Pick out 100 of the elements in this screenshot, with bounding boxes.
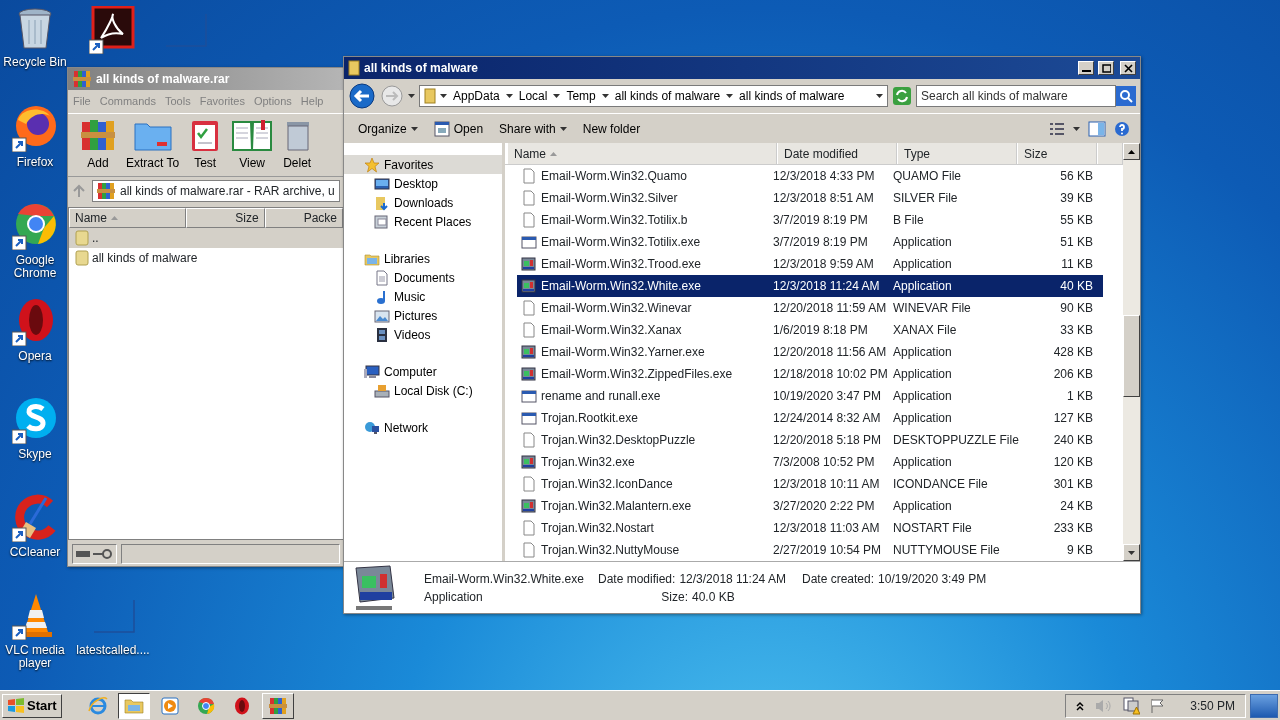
date-cell-text: 3/7/2019 8:19 PM — [772, 234, 869, 251]
field-value: 40.0 KB — [692, 588, 735, 606]
toolbar-button[interactable]: View — [227, 117, 278, 172]
icon-label[interactable]: latestcalled.... — [76, 644, 150, 658]
size-cell-text: 240 KB — [1052, 432, 1094, 449]
file-icon — [521, 190, 537, 206]
file-row[interactable]: Email-Worm.Win32.White.exe 12/3/2018 11:24 AM Application 40 KB — [517, 275, 1103, 297]
breadcrumb-link[interactable]: Local — [516, 87, 550, 105]
view-icon — [1049, 121, 1065, 136]
nav-item[interactable]: Documents — [344, 268, 502, 287]
icon-label[interactable]: Firefox — [16, 156, 54, 170]
column-header[interactable]: Size — [186, 207, 265, 228]
taskbar-button[interactable] — [117, 692, 150, 719]
file-name: Email-Worm.Win32.White.exe — [541, 278, 701, 295]
file-row[interactable]: Email-Worm.Win32.Totilix.exe 3/7/2019 8:19 PM Application 51 KB — [517, 231, 1103, 253]
toolbar-button[interactable]: Add — [76, 117, 120, 172]
maximize-button[interactable] — [1098, 61, 1114, 75]
date-cell-text: 12/3/2018 9:59 AM — [772, 256, 875, 273]
browser-icon[interactable] — [12, 104, 58, 152]
close-icon — [1123, 63, 1133, 73]
clock[interactable]: 3:50 PM — [1190, 696, 1235, 715]
file-row[interactable]: Email-Worm.Win32.Totilix.b 3/7/2019 8:19 PM B File 55 KB — [517, 209, 1103, 231]
breadcrumb-link[interactable]: all kinds of malware — [737, 87, 847, 105]
file-row[interactable]: all kinds of malware — [69, 247, 343, 268]
file-row[interactable]: Email-Worm.Win32.ZippedFiles.exe 12/18/2018 10:02 PM Application 206 KB — [517, 363, 1103, 385]
breadcrumb-link[interactable]: AppData — [451, 87, 502, 105]
toolbar-button[interactable]: Test — [185, 117, 226, 172]
toolbar-button[interactable]: Delet — [279, 117, 316, 172]
cleaner-icon[interactable] — [12, 494, 58, 542]
size-cell-text: 56 KB — [1059, 168, 1094, 185]
nav-item[interactable]: Videos — [344, 325, 502, 344]
nav-item[interactable]: Local Disk (C:) — [344, 381, 502, 400]
column-header[interactable]: Name — [507, 143, 777, 164]
size-cell-text: 120 KB — [1052, 454, 1094, 471]
file-row[interactable]: .. — [69, 227, 343, 248]
file-row[interactable]: Trojan.Win32.Malantern.exe 3/27/2020 2:22 PM Application 24 KB — [517, 495, 1103, 517]
icon-label[interactable]: Recycle Bin — [3, 56, 67, 70]
caret-icon — [726, 94, 734, 98]
file-row[interactable]: Email-Worm.Win32.Quamo 12/3/2018 4:33 PM QUAMO File 56 KB — [517, 165, 1103, 187]
nav-item[interactable]: Libraries — [344, 249, 502, 268]
show-desktop-button[interactable] — [1250, 693, 1278, 718]
file-row[interactable]: Email-Worm.Win32.Yarner.exe 12/20/2018 11:56 AM Application 428 KB — [517, 341, 1103, 363]
address-bar[interactable]: AppData Local Temp all kinds of malware all kinds of malware — [419, 85, 888, 107]
file-row[interactable]: Trojan.Win32.exe 7/3/2008 10:52 PM Application 120 KB — [517, 451, 1103, 473]
file-name: Email-Worm.Win32.Quamo — [541, 168, 687, 185]
toolbar-button[interactable]: Extract To — [122, 117, 184, 172]
chat-icon[interactable] — [12, 396, 58, 444]
minimize-button[interactable] — [1078, 61, 1094, 75]
scrollbar[interactable] — [1123, 143, 1140, 561]
file-row[interactable]: Trojan.Rootkit.exe 12/24/2014 8:32 AM Application 127 KB — [517, 407, 1103, 429]
icon-label[interactable]: VLC media player — [2, 644, 68, 671]
breadcrumb-link[interactable]: all kinds of malware — [612, 87, 723, 105]
speaker-icon — [1094, 697, 1113, 714]
nav-item[interactable]: Desktop — [344, 174, 502, 193]
file-row[interactable]: rename and runall.exe 10/19/2020 3:47 PM Application 1 KB — [517, 385, 1103, 407]
file-row[interactable]: Trojan.Win32.DesktopPuzzle 12/20/2018 5:18 PM DESKTOPPUZZLE File 240 KB — [517, 429, 1103, 451]
close-button[interactable] — [1120, 61, 1136, 75]
file-row[interactable]: Trojan.Win32.IconDance 12/3/2018 10:11 AM ICONDANCE File 301 KB — [517, 473, 1103, 495]
search-field[interactable]: Search all kinds of malware — [916, 85, 1116, 107]
nav-item[interactable]: Recent Places — [344, 212, 502, 231]
file-row[interactable]: Trojan.Win32.Nostart 12/3/2018 11:03 AM NOSTART File 233 KB — [517, 517, 1103, 539]
nav-item[interactable]: Pictures — [344, 306, 502, 325]
refresh-icon — [892, 86, 912, 106]
icon-label[interactable]: Skype — [18, 448, 52, 462]
icon-label[interactable]: Google Chrome — [2, 254, 68, 281]
toolbar-button[interactable]: New folder — [578, 117, 645, 140]
icon-label[interactable]: CCleaner — [9, 546, 61, 560]
size-cell-text: 301 KB — [1052, 476, 1094, 493]
nav-item[interactable]: Computer — [344, 362, 502, 381]
type-cell-text: Application — [892, 498, 953, 515]
column-header[interactable]: Packe — [264, 207, 343, 228]
nav-item[interactable]: Favorites — [344, 155, 502, 174]
file-row[interactable]: Email-Worm.Win32.Trood.exe 12/3/2018 9:59 AM Application 11 KB — [517, 253, 1103, 275]
nav-item[interactable]: Music — [344, 287, 502, 306]
start-button[interactable]: Start — [2, 693, 62, 718]
column-header[interactable]: Date modified — [777, 143, 897, 164]
file-row[interactable]: Trojan.Win32.NuttyMouse 2/27/2019 10:54 PM NUTTYMOUSE File 9 KB — [517, 539, 1103, 561]
file-row[interactable]: Email-Worm.Win32.Xanax 1/6/2019 8:18 PM XANAX File 33 KB — [517, 319, 1103, 341]
file-row[interactable]: Email-Worm.Win32.Winevar 12/20/2018 11:59 AM WINEVAR File 90 KB — [517, 297, 1103, 319]
icon-label[interactable]: Opera — [18, 350, 52, 364]
toolbar-button[interactable]: Share with — [495, 117, 571, 140]
column-header[interactable]: Size — [1017, 143, 1097, 164]
pdf-icon[interactable] — [89, 6, 135, 54]
toolbar-button[interactable]: Organize — [354, 117, 422, 140]
scrollbar-thumb[interactable] — [1123, 315, 1140, 397]
nav-item[interactable]: Downloads — [344, 193, 502, 212]
breadcrumb-link[interactable]: Temp — [564, 87, 598, 105]
search-button[interactable] — [1116, 86, 1136, 106]
date-cell-text: 12/20/2018 11:56 AM — [772, 344, 888, 361]
toolbar-button[interactable]: Open — [429, 117, 488, 140]
column-header[interactable]: Name — [69, 207, 187, 228]
column-header[interactable]: Type — [897, 143, 1017, 164]
back-button[interactable] — [348, 82, 376, 110]
nav-item[interactable]: Network — [344, 418, 502, 437]
type-cell-text: WINEVAR File — [892, 300, 972, 317]
file-row[interactable]: Email-Worm.Win32.Silver 12/3/2018 8:51 AM SILVER File 39 KB — [517, 187, 1103, 209]
type-cell-text: Application — [892, 256, 953, 273]
address-field[interactable]: all kinds of malware.rar - RAR archive, u — [92, 179, 340, 202]
open-icon — [433, 120, 450, 137]
browser-icon[interactable] — [12, 202, 58, 250]
